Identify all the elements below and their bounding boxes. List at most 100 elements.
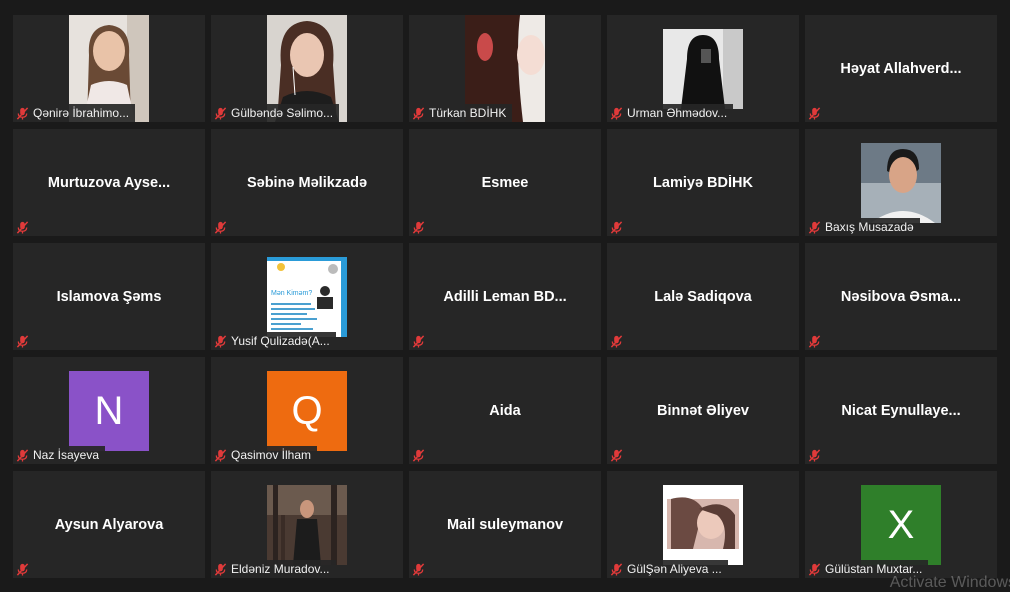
participant-tile[interactable]: GülŞən Aliyeva ... (607, 471, 799, 578)
mic-muted-icon (211, 332, 229, 350)
participant-tile[interactable]: Qənirə İbrahimo... (13, 15, 205, 122)
participant-tile[interactable]: Aida (409, 357, 601, 464)
participant-footer (409, 560, 433, 578)
participant-footer: Baxış Musazadə (805, 218, 920, 236)
participant-name: Aysun Alyarova (54, 516, 164, 533)
participant-photo (267, 485, 347, 565)
mic-muted-icon (409, 104, 427, 122)
participant-name: Türkan BDİHK (429, 106, 507, 120)
participant-footer: Qənirə İbrahimo... (13, 104, 136, 122)
participant-avatar: N (69, 371, 149, 451)
participant-tile[interactable]: Adilli Leman BD... (409, 243, 601, 350)
participant-footer (805, 104, 829, 122)
activate-windows-watermark: Activate Windows (889, 574, 1010, 591)
participant-name: Qasimov İlham (231, 448, 312, 462)
participant-name: Binnət Əliyev (657, 402, 749, 419)
participant-footer (409, 446, 433, 464)
participant-footer: Naz İsayeva (13, 446, 106, 464)
participant-footer (211, 218, 235, 236)
participant-tile[interactable]: Səbinə Məlikzadə (211, 129, 403, 236)
participant-tile[interactable]: Eldəniz Muradov... (211, 471, 403, 578)
mic-muted-icon (607, 218, 625, 236)
participant-tile[interactable]: Binnət Əliyev (607, 357, 799, 464)
participant-footer (805, 332, 829, 350)
participant-tile[interactable]: Islamova Şəms (13, 243, 205, 350)
participant-tile[interactable]: Murtuzova Ayse... (13, 129, 205, 236)
participant-footer (13, 218, 37, 236)
mic-muted-icon (607, 332, 625, 350)
mic-muted-icon (13, 560, 31, 578)
participant-footer (607, 332, 631, 350)
participant-footer (607, 218, 631, 236)
mic-muted-icon (607, 446, 625, 464)
mic-muted-icon (211, 560, 229, 578)
participant-name: Urman Əhmədov... (627, 106, 728, 120)
participant-name: GülŞən Aliyeva ... (627, 562, 722, 576)
participant-footer: Türkan BDİHK (409, 104, 513, 122)
avatar-initial: N (94, 388, 124, 433)
participant-name: Yusif Qulizadə(A... (231, 334, 330, 348)
participant-tile[interactable]: Nicat Eynullaye... (805, 357, 997, 464)
mic-muted-icon (805, 446, 823, 464)
participant-tile[interactable]: Gülbəndə Səlimo... (211, 15, 403, 122)
participant-name: Lamiyə BDİHK (653, 174, 753, 191)
participant-name: Naz İsayeva (33, 448, 100, 462)
participant-tile[interactable]: Türkan BDİHK (409, 15, 601, 122)
participant-footer (13, 332, 37, 350)
mic-muted-icon (409, 560, 427, 578)
participant-tile[interactable]: Baxış Musazadə (805, 129, 997, 236)
participant-name: Həyat Allahverd... (840, 60, 962, 77)
participant-tile[interactable]: N Naz İsayeva (13, 357, 205, 464)
participant-tile[interactable]: Urman Əhmədov... (607, 15, 799, 122)
participant-name: Islamova Şəms (56, 288, 162, 305)
participant-name: Gülbəndə Səlimo... (231, 106, 334, 120)
participant-avatar: Q (267, 371, 347, 451)
participant-footer: Eldəniz Muradov... (211, 560, 336, 578)
participant-avatar: X (861, 485, 941, 565)
avatar-initial: Q (291, 388, 323, 433)
participant-name: Səbinə Məlikzadə (246, 174, 368, 191)
poster-title: Mən Kiməm? (271, 290, 312, 297)
participant-tile[interactable]: Nəsibova Əsma... (805, 243, 997, 350)
mic-muted-icon (409, 446, 427, 464)
participant-tile[interactable]: Mən Kiməm? Yusif Qulizadə(A... (211, 243, 403, 350)
participant-name: Lalə Sadiqova (654, 288, 752, 305)
participant-tile[interactable]: Q Qasimov İlham (211, 357, 403, 464)
participant-tile[interactable]: Esmee (409, 129, 601, 236)
participant-footer (607, 446, 631, 464)
participant-name: Adilli Leman BD... (443, 288, 567, 305)
participant-tile[interactable]: Həyat Allahverd... (805, 15, 997, 122)
participant-tile[interactable]: Mail suleymanov (409, 471, 601, 578)
participant-footer: Gülbəndə Səlimo... (211, 104, 340, 122)
participant-name: Qənirə İbrahimo... (33, 106, 130, 120)
participant-footer (805, 446, 829, 464)
mic-muted-icon (13, 218, 31, 236)
participant-photo (861, 143, 941, 223)
participant-name: Murtuzova Ayse... (47, 174, 171, 191)
participant-name: Nicat Eynullaye... (841, 402, 961, 419)
avatar-initial: X (887, 502, 915, 547)
mic-muted-icon (13, 446, 31, 464)
participant-tile[interactable]: X Gülüstan Muxtar... (805, 471, 997, 578)
mic-muted-icon (211, 446, 229, 464)
mic-muted-icon (409, 218, 427, 236)
participant-name: Baxış Musazadə (825, 220, 914, 234)
mic-muted-icon (805, 104, 823, 122)
mic-muted-icon (607, 104, 625, 122)
mic-muted-icon (805, 332, 823, 350)
mic-muted-icon (409, 332, 427, 350)
participant-footer (13, 560, 37, 578)
participant-tile[interactable]: Aysun Alyarova (13, 471, 205, 578)
participant-name: Esmee (481, 174, 529, 191)
participant-tile[interactable]: Lalə Sadiqova (607, 243, 799, 350)
participant-grid: Qənirə İbrahimo... Gülbəndə Səlimo... Türk… (13, 15, 997, 578)
participant-tile[interactable]: Lamiyə BDİHK (607, 129, 799, 236)
mic-muted-icon (211, 104, 229, 122)
participant-photo (663, 485, 743, 565)
mic-muted-icon (13, 104, 31, 122)
mic-muted-icon (805, 218, 823, 236)
participant-name: Aida (489, 402, 521, 419)
participant-footer (409, 218, 433, 236)
participant-photo: Mən Kiməm? (267, 257, 347, 337)
participant-photo (663, 29, 743, 109)
